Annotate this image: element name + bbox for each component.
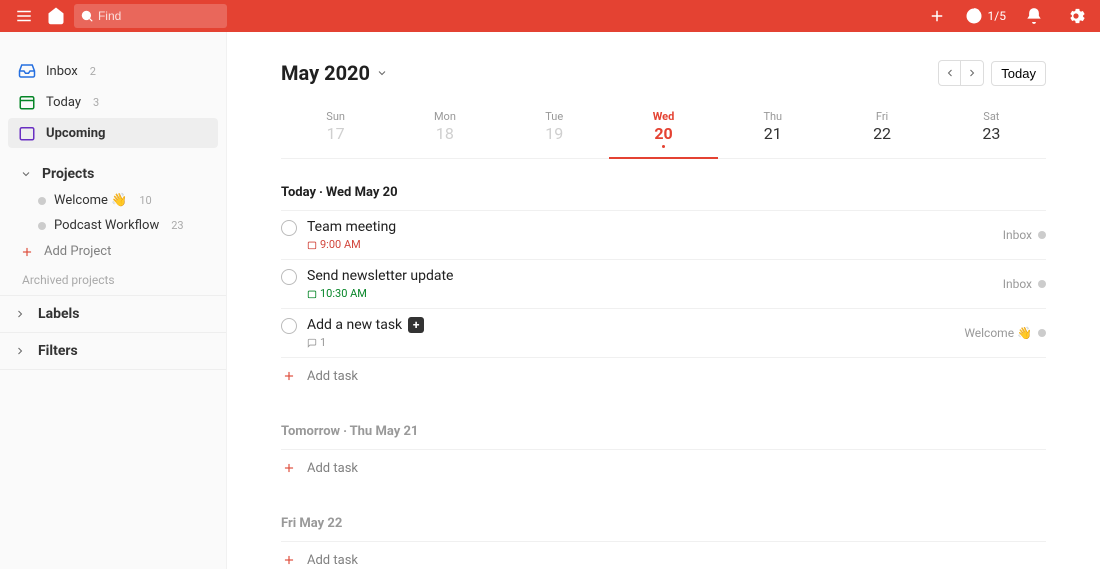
add-icon[interactable] xyxy=(923,2,951,30)
week-nav xyxy=(938,60,984,86)
project-dot xyxy=(1038,231,1046,239)
add-task-button[interactable]: Add task xyxy=(281,542,1046,569)
task-time: 10:30 AM xyxy=(307,287,367,300)
nav-count: 2 xyxy=(90,65,96,78)
project-dot xyxy=(1038,280,1046,288)
project-label: Podcast Workflow xyxy=(54,218,159,233)
chevron-right-icon xyxy=(12,306,28,322)
filters-header[interactable]: Filters xyxy=(0,332,226,370)
chevron-down-icon xyxy=(376,67,388,79)
productivity-button[interactable]: 1/5 xyxy=(965,7,1006,25)
task-title: Team meeting xyxy=(307,219,993,235)
nav-label: Upcoming xyxy=(46,126,105,141)
day-tue[interactable]: Tue19 xyxy=(500,104,609,158)
topbar: 1/5 xyxy=(0,0,1100,32)
archived-projects[interactable]: Archived projects xyxy=(8,265,218,295)
plus-badge-icon: + xyxy=(408,317,424,333)
sidebar: Inbox 2 Today 3 Upcoming Projects Welcom… xyxy=(0,32,227,569)
nav-today[interactable]: Today 3 xyxy=(8,87,218,117)
task-row[interactable]: Send newsletter update 10:30 AM Inbox xyxy=(281,260,1046,309)
main: May 2020 Today Sun17 Mon18 Tue19 Wed20 T… xyxy=(227,32,1100,569)
home-icon[interactable] xyxy=(42,2,70,30)
task-checkbox[interactable] xyxy=(281,269,297,285)
projects-header[interactable]: Projects xyxy=(8,160,218,188)
upcoming-icon xyxy=(18,124,36,142)
nav-upcoming[interactable]: Upcoming xyxy=(8,118,218,148)
add-project-button[interactable]: Add Project xyxy=(8,238,218,265)
section-today-title: Today ‧ Wed May 20 xyxy=(281,185,1046,200)
task-checkbox[interactable] xyxy=(281,318,297,334)
day-wed[interactable]: Wed20 xyxy=(609,104,718,158)
calendar-icon xyxy=(307,240,317,250)
plus-icon xyxy=(281,460,297,476)
day-sat[interactable]: Sat23 xyxy=(937,104,1046,158)
plus-icon xyxy=(281,368,297,384)
project-count: 10 xyxy=(139,194,151,207)
task-row[interactable]: Team meeting 9:00 AM Inbox xyxy=(281,211,1046,260)
productivity-count: 1/5 xyxy=(988,9,1006,23)
task-project[interactable]: Inbox xyxy=(1003,228,1046,242)
project-dot xyxy=(1038,329,1046,337)
task-title: Send newsletter update xyxy=(307,268,993,284)
week-grid: Sun17 Mon18 Tue19 Wed20 Thu21 Fri22 Sat2… xyxy=(281,104,1046,159)
today-button[interactable]: Today xyxy=(991,61,1046,86)
nav-label: Inbox xyxy=(46,64,78,79)
task-title: Add a new task+ xyxy=(307,317,954,333)
plus-icon xyxy=(281,552,297,568)
project-dot xyxy=(38,197,46,205)
labels-header[interactable]: Labels xyxy=(0,295,226,332)
month-selector[interactable]: May 2020 xyxy=(281,61,388,85)
settings-icon[interactable] xyxy=(1062,2,1090,30)
day-mon[interactable]: Mon18 xyxy=(390,104,499,158)
section-fri-title: Fri May 22 xyxy=(281,516,1046,531)
inbox-icon xyxy=(18,62,36,80)
task-checkbox[interactable] xyxy=(281,220,297,236)
day-fri[interactable]: Fri22 xyxy=(827,104,936,158)
prev-week-button[interactable] xyxy=(939,61,961,85)
plus-icon xyxy=(20,245,34,259)
project-welcome[interactable]: Welcome 👋 10 xyxy=(8,188,218,213)
productivity-icon xyxy=(965,7,983,25)
task-project[interactable]: Inbox xyxy=(1003,277,1046,291)
comment-icon xyxy=(307,338,317,348)
add-task-button[interactable]: Add task xyxy=(281,358,1046,394)
chevron-down-icon xyxy=(18,166,34,182)
search-box[interactable] xyxy=(74,4,227,28)
nav-count: 3 xyxy=(93,96,99,109)
project-podcast[interactable]: Podcast Workflow 23 xyxy=(8,213,218,238)
day-sun[interactable]: Sun17 xyxy=(281,104,390,158)
notifications-icon[interactable] xyxy=(1020,2,1048,30)
task-time: 9:00 AM xyxy=(307,238,361,251)
project-label: Welcome 👋 xyxy=(54,193,127,208)
project-dot xyxy=(38,222,46,230)
next-week-button[interactable] xyxy=(961,61,983,85)
chevron-right-icon xyxy=(12,343,28,359)
task-project[interactable]: Welcome 👋 xyxy=(964,326,1046,340)
search-icon xyxy=(80,8,94,24)
task-comments: 1 xyxy=(307,336,326,349)
nav-inbox[interactable]: Inbox 2 xyxy=(8,56,218,86)
day-thu[interactable]: Thu21 xyxy=(718,104,827,158)
task-row[interactable]: Add a new task+ 1 Welcome 👋 xyxy=(281,309,1046,358)
project-count: 23 xyxy=(171,219,183,232)
section-tomorrow-title: Tomorrow ‧ Thu May 21 xyxy=(281,424,1046,439)
menu-icon[interactable] xyxy=(10,2,38,30)
today-icon xyxy=(18,93,36,111)
calendar-icon xyxy=(307,289,317,299)
add-task-button[interactable]: Add task xyxy=(281,450,1046,486)
nav-label: Today xyxy=(46,95,81,110)
search-input[interactable] xyxy=(98,9,221,23)
